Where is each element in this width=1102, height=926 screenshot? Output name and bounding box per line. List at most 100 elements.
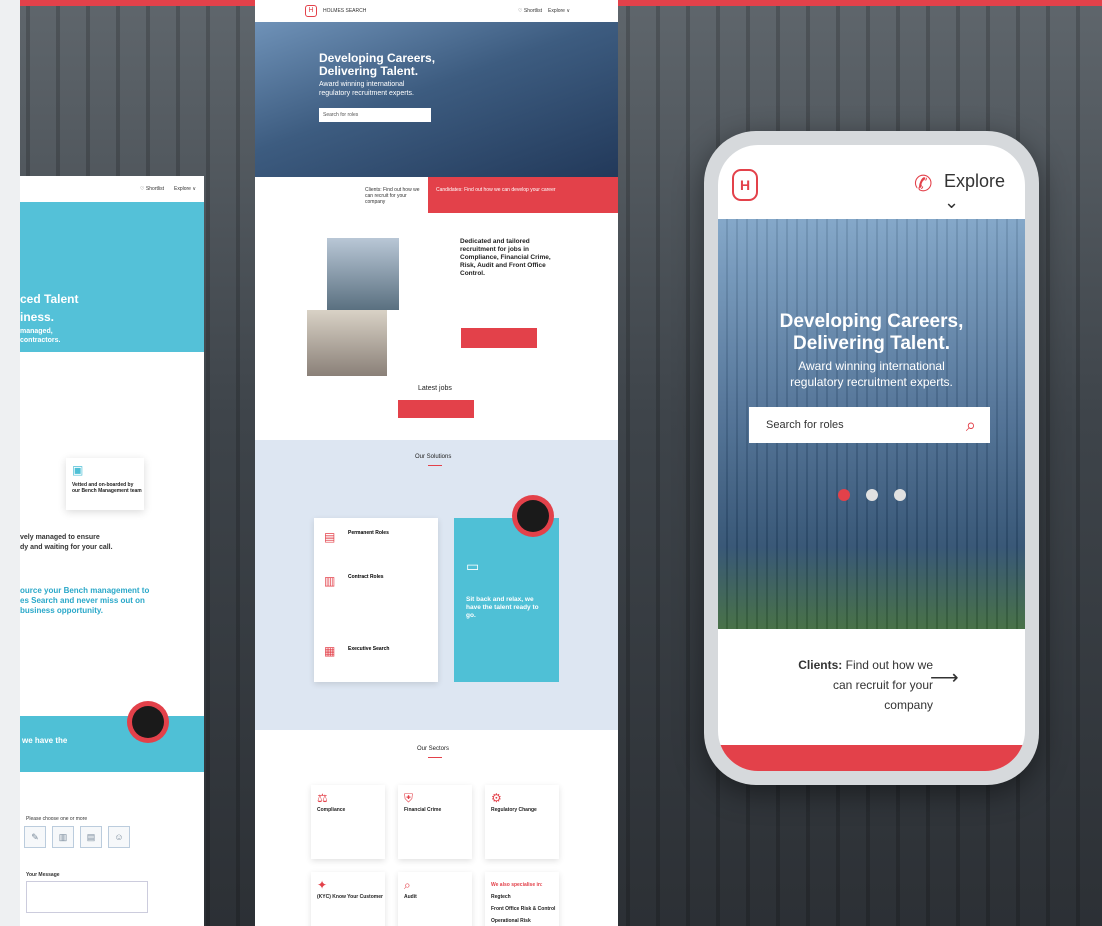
teal-line-1: Sit back and relax, we	[466, 596, 534, 603]
sectors-title: Our Sectors	[417, 746, 450, 752]
sector-specialise: We also specialise in: Regtech Front Off…	[485, 872, 559, 926]
left-shortlist-link[interactable]: ♡ Shortlist	[140, 186, 164, 192]
chevron-down-icon: ⌄	[944, 192, 960, 212]
sector-regtech-label[interactable]: Regtech	[491, 894, 559, 900]
executive-search-icon: ▦	[324, 644, 336, 658]
left-blue-line1: ource your Bench management to	[20, 586, 150, 595]
logo-icon[interactable]: H	[732, 169, 758, 201]
center-search-input[interactable]: Search for roles	[319, 108, 431, 122]
carousel-dot-1[interactable]	[837, 489, 850, 501]
explore-menu[interactable]: Explore ⌄	[944, 171, 1025, 213]
center-hero: Developing Careers, Delivering Talent. A…	[255, 22, 618, 177]
phone-clients-cta[interactable]: Clients: Find out how we can recruit for…	[758, 655, 933, 715]
teal-promo-text: Sit back and relax, we have the talent r…	[466, 596, 539, 620]
sector-kyc-label: (KYC) Know Your Customer	[317, 894, 383, 900]
audit-icon: ⌕	[404, 878, 411, 892]
sector-front-label[interactable]: Front Office Risk & Control	[491, 906, 559, 912]
latest-jobs-button[interactable]	[398, 400, 474, 418]
compliance-icon: ⚖	[317, 791, 328, 805]
arrow-right-icon[interactable]: ⟶	[930, 665, 959, 690]
sectors-underline	[428, 757, 442, 758]
left-blue-line3: business opportunity.	[20, 606, 103, 615]
solutions-underline	[428, 465, 442, 466]
phone-hero-sub-2: regulatory recruitment experts.	[790, 375, 953, 389]
coffee-mug-image	[132, 706, 164, 738]
clients-text-1: Find out how we	[845, 658, 933, 672]
contract-roles-icon: ▥	[324, 574, 336, 588]
center-explore-menu[interactable]: Explore ∨	[548, 8, 570, 14]
carousel-dot-2[interactable]	[865, 489, 878, 501]
left-teal-text: we have the	[22, 736, 68, 745]
sector-spec-label: We also specialise in:	[491, 882, 543, 888]
solutions-card: ▤ Permanent Roles ▥ Contract Roles ▦ Exe…	[314, 518, 438, 682]
center-intro-3: Compliance, Financial Crime,	[460, 254, 551, 261]
contract-icon[interactable]: ▥	[52, 826, 74, 848]
sector-audit-label: Audit	[404, 894, 417, 900]
center-hero-title: Developing Careers, Delivering Talent.	[319, 52, 435, 78]
sector-audit[interactable]: ⌕ Audit	[398, 872, 472, 926]
sector-regulatory-label: Regulatory Change	[491, 807, 537, 813]
center-hero-sub-2: regulatory recruitment experts.	[319, 90, 414, 97]
center-candidates-cta[interactable]: Candidates: Find out how we can develop …	[428, 177, 618, 213]
kyc-icon: ✦	[317, 878, 328, 892]
left-page-header: ♡ Shortlist Explore ∨	[20, 176, 204, 202]
financial-crime-icon: ⛨	[404, 791, 414, 805]
left-blue-heading: ource your Bench management to es Search…	[20, 586, 149, 616]
center-intro: Dedicated and tailored recruitment for j…	[460, 238, 551, 278]
center-shortlist-link[interactable]: ♡ Shortlist	[518, 8, 542, 14]
center-clients-cta[interactable]: Clients: Find out how we can recruit for…	[255, 177, 428, 213]
executive-icon[interactable]: ☺	[108, 826, 130, 848]
center-cta-row: Clients: Find out how we can recruit for…	[255, 177, 618, 213]
permanent-icon[interactable]: ✎	[24, 826, 46, 848]
carousel-dot-3[interactable]	[893, 489, 906, 501]
phone-frame: H ✆ Explore ⌄ Developing Careers, Delive…	[704, 131, 1039, 785]
left-bench-line2: dy and waiting for your call.	[20, 544, 113, 551]
carousel-dots	[718, 489, 1025, 501]
phone-search-input[interactable]: Search for roles ⌕	[749, 407, 990, 443]
left-message-field[interactable]	[26, 881, 148, 913]
left-hero: ced Talent iness. managed, contractors.	[20, 202, 204, 352]
phone-header: H ✆ Explore ⌄	[718, 145, 1025, 219]
sector-regulatory-change[interactable]: ⚙ Regulatory Change	[485, 785, 559, 859]
executive-search-title[interactable]: Executive Search	[348, 646, 389, 652]
clients-text-3: company	[884, 698, 933, 712]
center-hero-sub-1: Award winning international	[319, 81, 405, 88]
sector-financial-crime[interactable]: ⛨ Financial Crime	[398, 785, 472, 859]
sector-ops-label[interactable]: Operational Risk	[491, 918, 559, 924]
permanent-roles-title[interactable]: Permanent Roles	[348, 530, 389, 536]
bench-icon[interactable]: ▤	[80, 826, 102, 848]
left-card-text: Vetted and on-boarded by our Bench Manag…	[72, 482, 142, 494]
contract-roles-title[interactable]: Contract Roles	[348, 574, 384, 580]
left-bench-card: ▣ Vetted and on-boarded by our Bench Man…	[66, 458, 144, 510]
center-brand: HOLMES SEARCH	[323, 8, 367, 14]
center-intro-5: Control.	[460, 270, 485, 277]
latest-jobs-heading: Latest jobs	[418, 385, 452, 392]
phone-screen: H ✆ Explore ⌄ Developing Careers, Delive…	[718, 145, 1025, 771]
left-hero-line1: ced Talent	[20, 292, 79, 306]
center-intro-button[interactable]	[461, 328, 537, 348]
left-choose-label: Please choose one or more	[26, 816, 88, 822]
center-hero-title-2: Delivering Talent.	[319, 64, 419, 78]
left-hero-line2: iness.	[20, 310, 55, 324]
phone-search-placeholder: Search for roles	[766, 419, 844, 431]
sector-compliance[interactable]: ⚖ Compliance	[311, 785, 385, 859]
phone-red-bar	[718, 745, 1025, 771]
team-photo	[327, 238, 399, 310]
phone-call-icon[interactable]: ✆	[914, 171, 932, 197]
search-icon[interactable]: ⌕	[966, 415, 976, 436]
left-bench-line1: vely managed to ensure	[20, 534, 100, 541]
sector-fincrime-label: Financial Crime	[404, 807, 442, 813]
regulatory-change-icon: ⚙	[491, 791, 502, 805]
sector-kyc[interactable]: ✦ (KYC) Know Your Customer	[311, 872, 385, 926]
phone-hero-sub-1: Award winning international	[798, 359, 945, 373]
left-explore-menu[interactable]: Explore ∨	[174, 186, 196, 192]
phone-hero-title-1: Developing Careers,	[779, 311, 964, 332]
left-hero-line3: managed, contractors.	[20, 327, 60, 345]
coffee-mug-image	[517, 500, 549, 532]
left-hero-line3a: managed,	[20, 328, 53, 335]
phone-hero: Developing Careers, Delivering Talent. A…	[718, 219, 1025, 629]
center-intro-4: Risk, Audit and Front Office	[460, 262, 546, 269]
left-message-label: Your Message	[26, 872, 60, 878]
center-logo-icon[interactable]: H	[305, 5, 317, 17]
left-wall	[0, 0, 20, 926]
